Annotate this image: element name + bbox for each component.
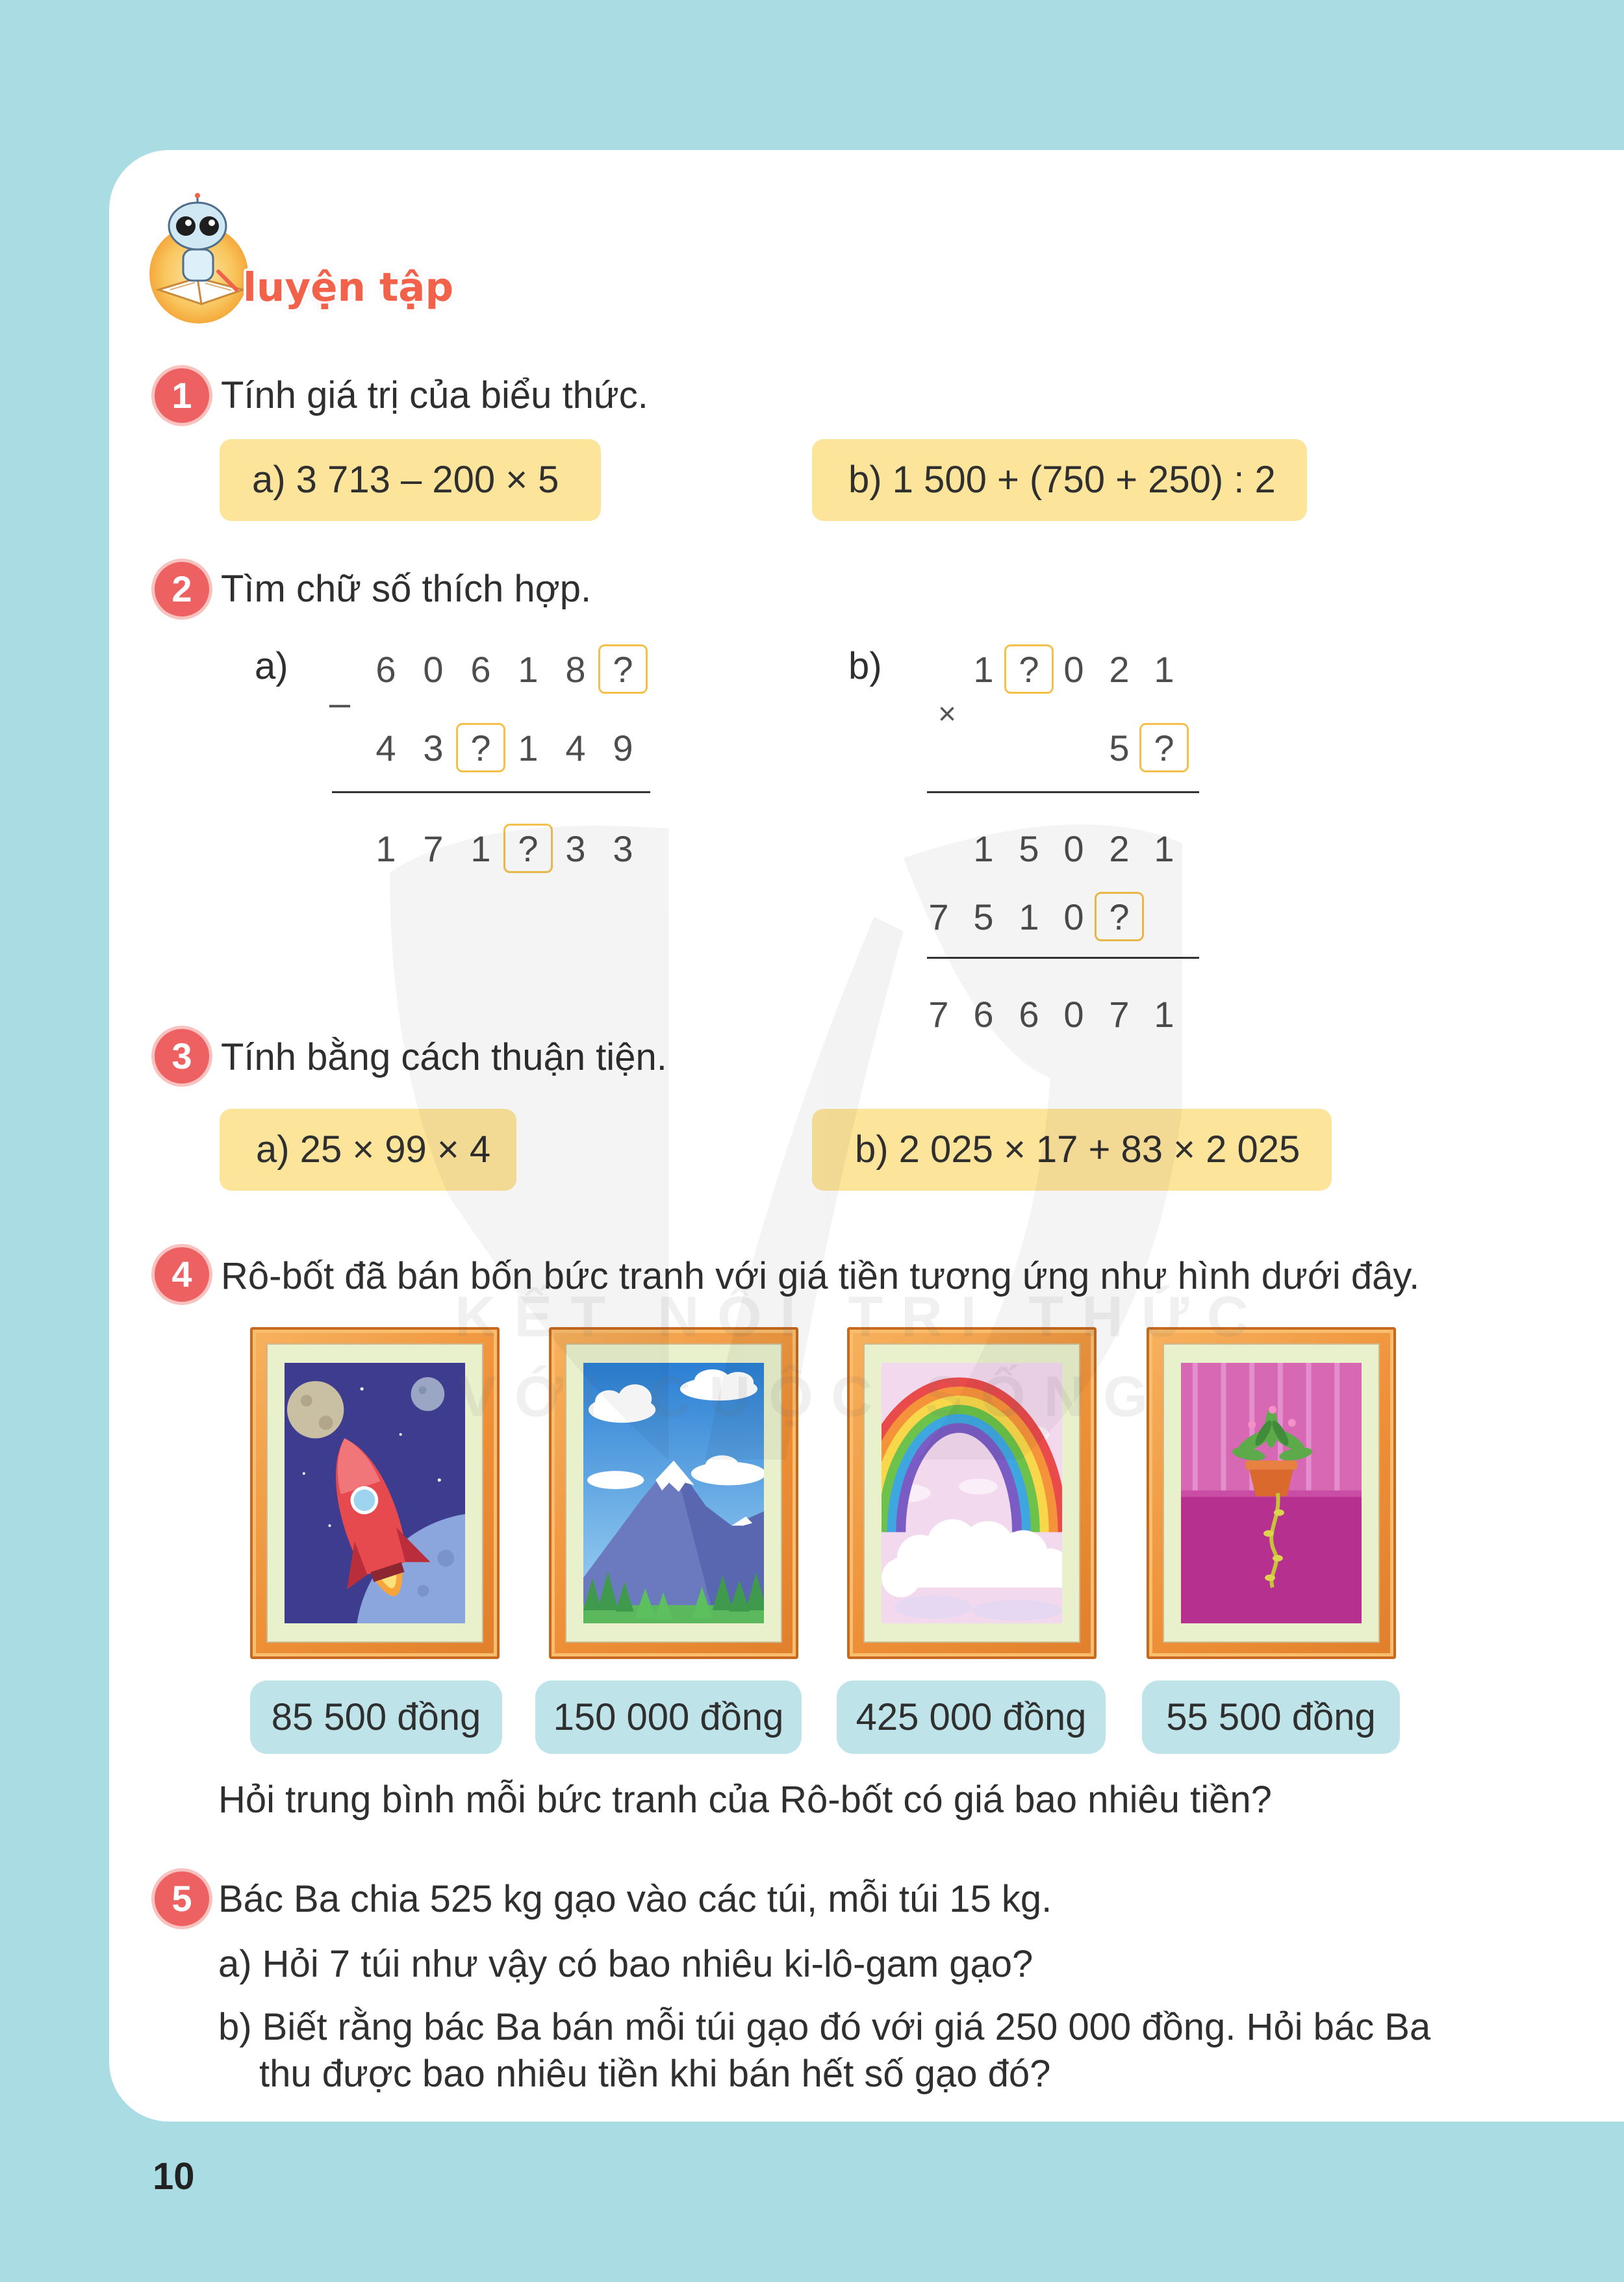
- digit: 1: [518, 727, 539, 768]
- exercise-prompt: Tính bằng cách thuận tiện.: [221, 1036, 667, 1078]
- digit: 5: [973, 896, 994, 937]
- painting-mat: [266, 1343, 483, 1643]
- exercise-question: Hỏi trung bình mỗi bức tranh của Rô-bốt …: [218, 1779, 1272, 1821]
- missing-digit-box: ?: [1139, 723, 1189, 772]
- digit: 0: [1063, 828, 1084, 869]
- exercise-prompt: Tìm chữ số thích hợp.: [221, 568, 592, 610]
- expression-text: a) 3 713 – 200 × 5: [252, 459, 559, 501]
- missing-digit-box: ?: [456, 723, 505, 772]
- exercise-number-badge: 4: [155, 1247, 209, 1302]
- missing-digit-box: ?: [1095, 892, 1144, 941]
- digit: 5: [1109, 727, 1130, 768]
- digit: 5: [1019, 828, 1039, 869]
- expression-text: a) 25 × 99 × 4: [256, 1128, 491, 1171]
- expression-text: b) 1 500 + (750 + 250) : 2: [848, 459, 1276, 501]
- minus-sign: –: [329, 682, 351, 724]
- painting-mat: [565, 1343, 782, 1643]
- price-text: 85 500 đồng: [271, 1695, 481, 1738]
- digit: 6: [375, 648, 396, 690]
- digit: 3: [565, 828, 586, 869]
- digit: 2: [1109, 828, 1130, 869]
- exercise-number-badge: 5: [155, 1871, 209, 1926]
- expression-box: a) 3 713 – 200 × 5: [220, 439, 601, 521]
- digit: 6: [1019, 993, 1039, 1035]
- result-line: [332, 791, 650, 793]
- expression-box: b) 2 025 × 17 + 83 × 2 025: [812, 1109, 1332, 1191]
- painting-frame: [250, 1327, 500, 1659]
- exercise-prompt: Tính giá trị của biểu thức.: [221, 374, 648, 416]
- digit: 0: [1063, 896, 1084, 937]
- price-text: 150 000 đồng: [553, 1695, 784, 1738]
- digit: 1: [973, 828, 994, 869]
- digit: 7: [928, 993, 949, 1035]
- expression-text: b) 2 025 × 17 + 83 × 2 025: [855, 1128, 1300, 1171]
- missing-digit-box: ?: [598, 644, 648, 694]
- digit: 2: [1109, 648, 1130, 690]
- digit: 6: [470, 648, 491, 690]
- digit: 3: [613, 828, 633, 869]
- digit: 4: [375, 727, 396, 768]
- missing-digit-box: ?: [503, 824, 553, 873]
- painting-mat: [863, 1343, 1080, 1643]
- price-text: 55 500 đồng: [1166, 1695, 1376, 1738]
- result-line: [927, 791, 1199, 793]
- exercise-prompt: Bác Ba chia 525 kg gạo vào các túi, mỗi …: [218, 1878, 1052, 1920]
- price-tag: 425 000 đồng: [837, 1680, 1106, 1754]
- digit: 1: [518, 648, 539, 690]
- digit: 7: [928, 896, 949, 937]
- result-line: [927, 957, 1199, 959]
- digit: 1: [973, 648, 994, 690]
- digit: 0: [1063, 648, 1084, 690]
- part-label: a): [255, 645, 288, 687]
- exercise-question-continued: thu được bao nhiêu tiền khi bán hết số g…: [259, 2053, 1051, 2095]
- digit: 1: [1154, 993, 1174, 1035]
- painting-frame: [1147, 1327, 1396, 1659]
- multiply-sign: ×: [937, 697, 957, 731]
- price-tag: 55 500 đồng: [1142, 1680, 1400, 1754]
- exercise-number-badge: 2: [155, 562, 209, 616]
- exercise-question: b) Biết rằng bác Ba bán mỗi túi gạo đó v…: [218, 2006, 1431, 2048]
- expression-box: b) 1 500 + (750 + 250) : 2: [812, 439, 1307, 521]
- missing-digit-box: ?: [1004, 644, 1054, 694]
- page-number: 10: [153, 2155, 195, 2198]
- digit: 6: [973, 993, 994, 1035]
- section-title: luyện tập: [243, 264, 454, 311]
- potted-plant-painting: [1181, 1363, 1362, 1623]
- digit: 3: [423, 727, 444, 768]
- exercise-question: a) Hỏi 7 túi như vậy có bao nhiêu ki-lô-…: [218, 1943, 1034, 1985]
- digit: 0: [423, 648, 444, 690]
- digit: 4: [565, 727, 586, 768]
- rocket-painting: [285, 1363, 465, 1623]
- digit: 1: [375, 828, 396, 869]
- price-tag: 150 000 đồng: [535, 1680, 802, 1754]
- exercise-number-badge: 1: [155, 368, 209, 423]
- part-label: b): [848, 645, 882, 687]
- mountain-painting: [583, 1363, 764, 1623]
- rainbow-painting: [882, 1363, 1062, 1623]
- painting-mat: [1163, 1343, 1380, 1643]
- price-text: 425 000 đồng: [856, 1695, 1087, 1738]
- digit: 1: [470, 828, 491, 869]
- exercise-prompt: Rô-bốt đã bán bốn bức tranh với giá tiền…: [221, 1255, 1420, 1297]
- digit: 7: [1109, 993, 1130, 1035]
- digit: 0: [1063, 993, 1084, 1035]
- exercise-number-badge: 3: [155, 1029, 209, 1084]
- digit: 8: [565, 648, 586, 690]
- painting-frame: [847, 1327, 1097, 1659]
- painting-frame: [549, 1327, 798, 1659]
- digit: 1: [1019, 896, 1039, 937]
- digit: 1: [1154, 648, 1174, 690]
- expression-box: a) 25 × 99 × 4: [220, 1109, 516, 1191]
- digit: 9: [613, 727, 633, 768]
- price-tag: 85 500 đồng: [250, 1680, 502, 1754]
- digit: 7: [423, 828, 444, 869]
- digit: 1: [1154, 828, 1174, 869]
